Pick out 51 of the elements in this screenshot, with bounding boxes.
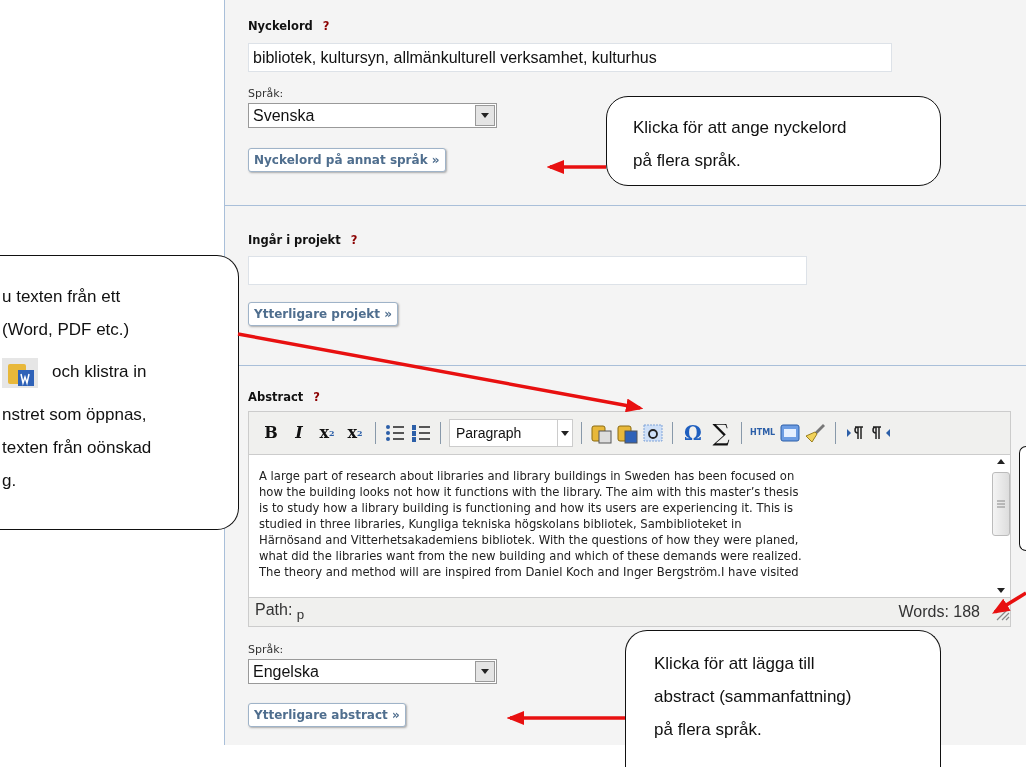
project-field[interactable] <box>248 256 807 285</box>
language-label: Språk: <box>248 87 284 100</box>
more-keywords-button[interactable]: Nyckelord på annat språk » <box>248 148 446 172</box>
brush-icon[interactable] <box>805 422 828 444</box>
more-abstracts-button[interactable]: Ytterligare abstract » <box>248 703 406 727</box>
callout-text: på flera språk. <box>654 719 762 741</box>
toolbar-button[interactable]: I <box>287 418 311 448</box>
callout-text: u texten från ett <box>2 286 121 308</box>
help-link[interactable]: ? <box>313 390 320 404</box>
word-count: Words: 188 <box>898 603 980 621</box>
callout-text: och klistra in <box>52 361 147 383</box>
toolbar-button[interactable]: Ω <box>681 418 705 448</box>
field-label: Nyckelord <box>248 19 313 33</box>
callout-text: g. <box>2 470 17 492</box>
pointer-arrow <box>546 160 606 174</box>
format-select[interactable]: Paragraph <box>449 419 573 447</box>
callout-text: (Word, PDF etc.) <box>2 319 130 341</box>
help-link[interactable]: ? <box>350 233 358 247</box>
callout-text: abstract (sammanfattning) <box>654 686 852 708</box>
callout-text: nstret som öppnas, <box>2 404 147 426</box>
scroll-thumb[interactable] <box>992 472 1010 536</box>
help-link[interactable]: ? <box>322 19 330 33</box>
callout-text: texten från oönskad <box>2 437 152 459</box>
bullet-list-icon[interactable] <box>384 422 406 444</box>
language-label: Språk: <box>248 643 284 656</box>
paste-word-icon[interactable] <box>616 422 638 444</box>
select-all-icon[interactable] <box>642 422 664 444</box>
template-icon[interactable] <box>779 422 802 444</box>
field-label: Abstract <box>248 390 304 404</box>
numbered-list-icon[interactable] <box>410 422 432 444</box>
caret-icon <box>481 113 489 118</box>
caret-icon <box>561 430 569 436</box>
scroll-up-icon <box>997 459 1005 464</box>
more-projects-button[interactable]: Ytterligare projekt » <box>248 302 399 326</box>
field-label: Ingår i projekt <box>248 233 341 247</box>
element-path: Path: $_{p}$ <box>255 601 305 623</box>
toolbar-button[interactable]: ∑ <box>709 418 733 448</box>
toolbar-button[interactable]: HTML <box>750 418 776 448</box>
toolbar-button[interactable]: x$^{2}$ <box>343 418 367 448</box>
paste-text-icon[interactable] <box>590 422 612 444</box>
keywords-field[interactable]: bibliotek, kultursyn, allmänkulturell verksamhet, kulturhus <box>248 43 892 72</box>
callout-text: på flera språk. <box>633 150 741 172</box>
callout-text: Klicka för att lägga till <box>654 653 815 675</box>
language-select[interactable]: Engelska <box>248 659 497 684</box>
language-select[interactable]: Svenska <box>248 103 497 128</box>
callout-text: Klicka för att ange nyckelord <box>633 117 847 139</box>
toolbar-button[interactable]: B <box>259 418 283 448</box>
caret-icon <box>481 669 489 674</box>
pointer-arrow <box>992 591 1026 614</box>
scroll-down-icon <box>997 588 1005 593</box>
grip-lines-icon <box>997 500 1005 508</box>
